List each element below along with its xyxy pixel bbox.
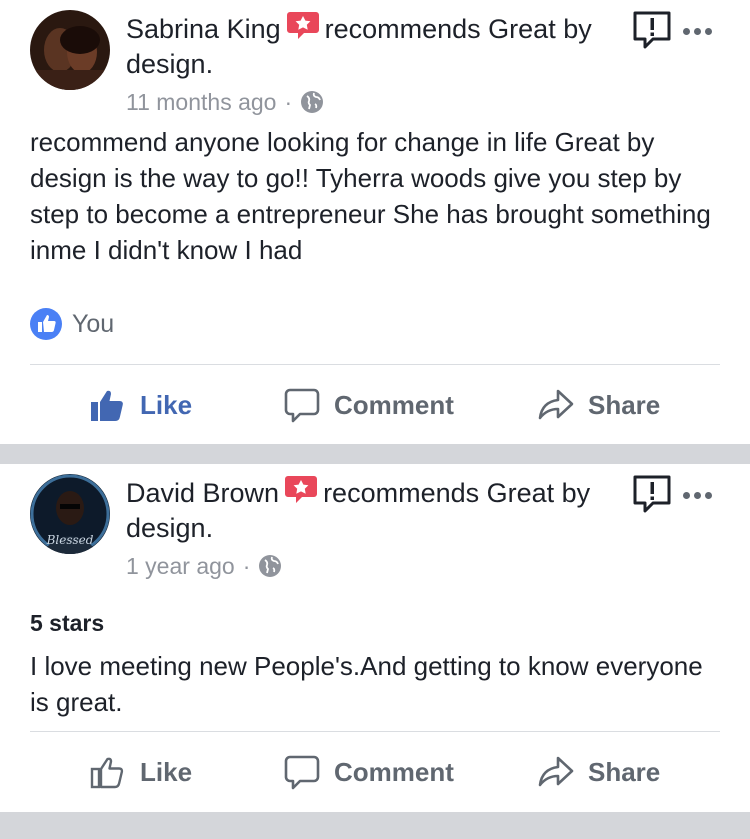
share-arrow-icon [538,754,574,790]
action-bar: Like Comment Share [0,742,750,802]
recommend-icon [286,10,319,40]
more-dots-icon[interactable] [683,22,717,36]
post-card: Blessed David Brown recommends Great by d… [0,464,750,812]
action-bar: Like Comment Share [0,375,750,435]
author-name[interactable]: David Brown [126,478,279,508]
share-button[interactable]: Share [538,742,660,802]
divider [30,364,720,365]
share-arrow-icon [538,387,574,423]
reactions-summary[interactable]: You [30,308,114,340]
feed-separator [0,812,750,839]
thumbs-up-icon [90,754,126,790]
svg-text:Blessed: Blessed [46,533,94,547]
post-meta: 11 months ago · [126,88,324,116]
like-badge-icon [30,308,62,340]
comment-bubble-icon [284,387,320,423]
post-header: Sabrina King recommends Great by design. [126,10,626,82]
timestamp[interactable]: 1 year ago [126,552,235,580]
post-card: Sabrina King recommends Great by design. … [0,0,750,444]
post-header: David Brown recommends Great by design. [126,474,626,546]
meta-separator: · [284,89,293,115]
meta-separator: · [242,553,251,579]
avatar[interactable]: Blessed [30,474,110,554]
comment-label: Comment [334,389,454,420]
feed-separator [0,444,750,464]
like-label: Like [140,756,193,787]
like-label: Like [140,389,193,420]
post-body: I love meeting new People's.And getting … [30,651,703,717]
recommend-icon [285,474,318,504]
rating-label: 5 stars [30,610,105,636]
reactions-text: You [72,309,115,338]
comment-button[interactable]: Comment [284,742,454,802]
globe-icon [300,90,324,114]
avatar[interactable] [30,10,110,90]
more-dots-icon[interactable] [683,486,717,500]
timestamp[interactable]: 11 months ago [126,88,276,116]
report-icon[interactable] [632,474,672,514]
report-icon[interactable] [632,10,672,50]
share-label: Share [588,756,661,787]
like-button[interactable]: Like [90,742,192,802]
globe-icon [258,554,282,578]
author-name[interactable]: Sabrina King [126,14,281,44]
comment-button[interactable]: Comment [284,375,454,435]
post-body: recommend anyone looking for change in l… [30,127,711,265]
like-button[interactable]: Like [90,375,192,435]
divider [30,731,720,732]
share-label: Share [588,389,661,420]
share-button[interactable]: Share [538,375,660,435]
comment-label: Comment [334,756,454,787]
thumbs-up-icon [90,387,126,423]
post-meta: 1 year ago · [126,552,282,580]
comment-bubble-icon [284,754,320,790]
